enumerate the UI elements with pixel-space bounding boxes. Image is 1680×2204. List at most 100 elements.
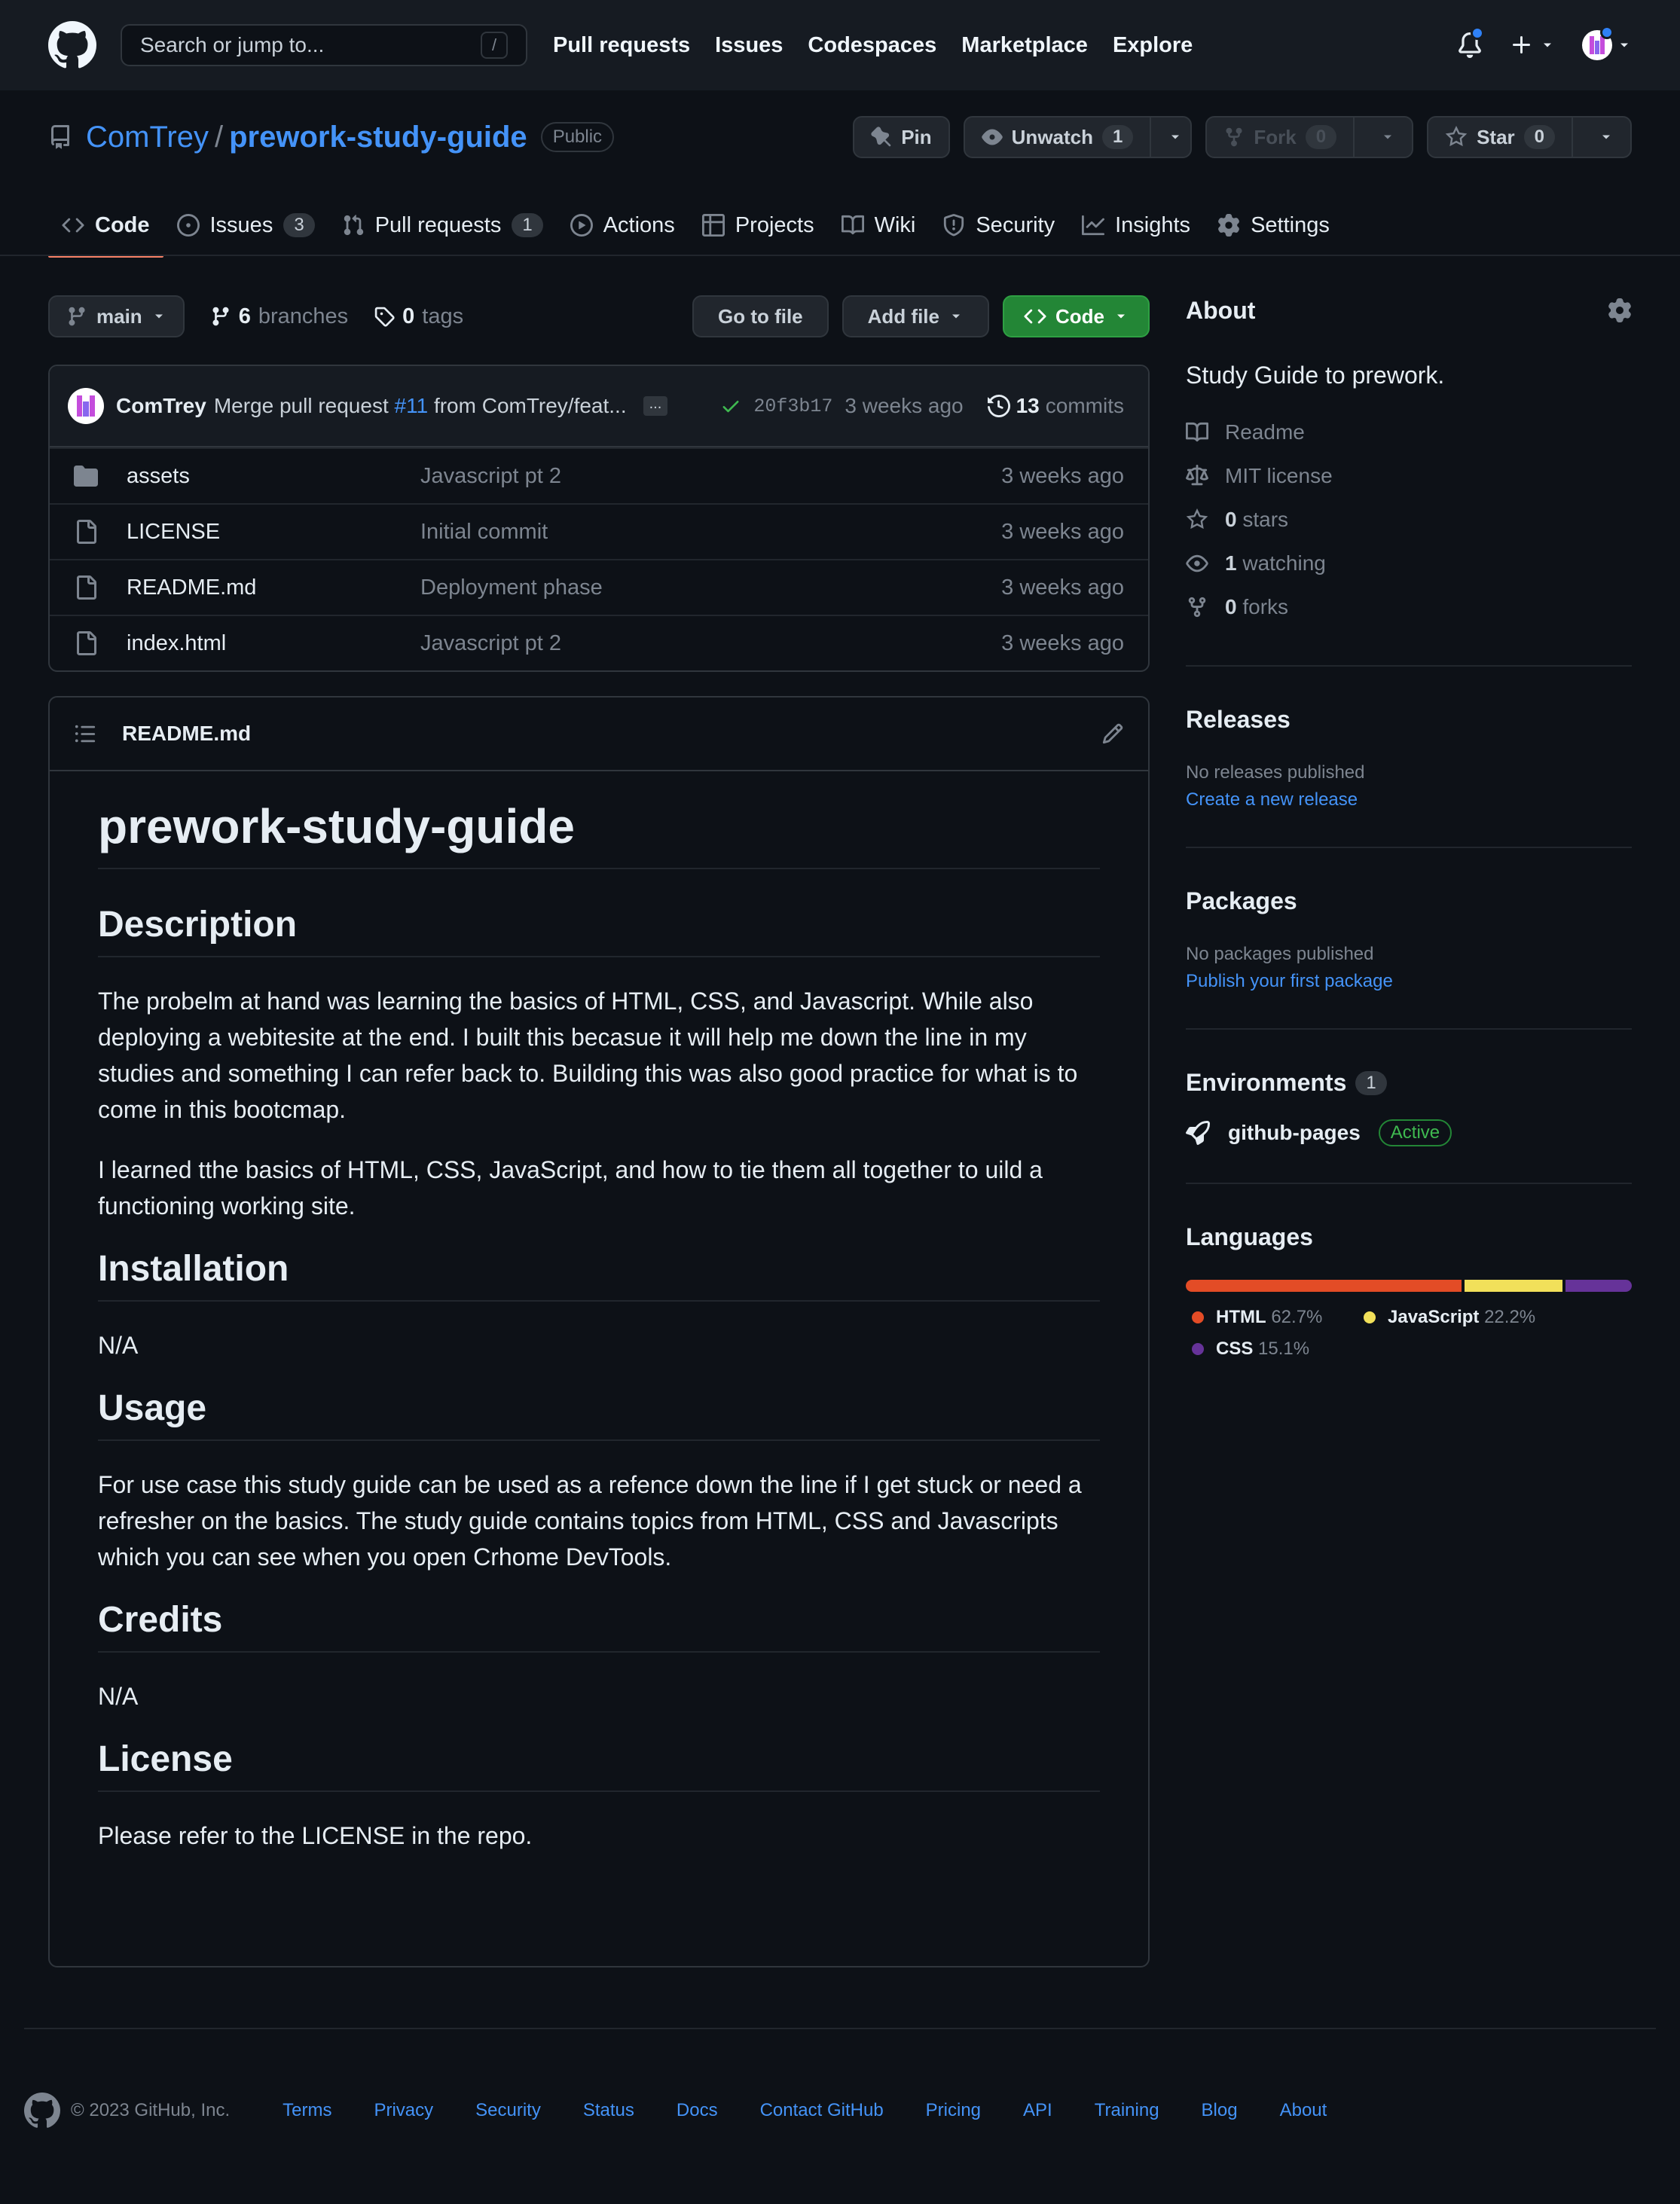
check-icon[interactable] — [720, 395, 741, 417]
readme-link[interactable]: Readme — [1186, 411, 1632, 454]
watching-label: watching — [1242, 551, 1326, 575]
language-percent: 15.1% — [1258, 1339, 1310, 1359]
tab-issues[interactable]: Issues 3 — [163, 194, 328, 256]
paragraph: The probelm at hand was learning the bas… — [98, 988, 1078, 1123]
user-menu[interactable] — [1582, 26, 1632, 60]
fork-dropdown[interactable] — [1364, 118, 1412, 157]
tab-settings[interactable]: Settings — [1204, 194, 1343, 256]
star-label: Star — [1477, 125, 1515, 148]
add-file-button[interactable]: Add file — [842, 295, 989, 337]
search-placeholder: Search or jump to... — [140, 33, 325, 56]
file-name[interactable]: assets — [127, 464, 420, 489]
footer-link-api[interactable]: API — [1023, 2100, 1052, 2121]
file-name[interactable]: index.html — [127, 631, 420, 656]
code-dropdown-button[interactable]: Code — [1003, 295, 1150, 337]
branch-selector[interactable]: main — [48, 295, 185, 337]
file-row[interactable]: index.html Javascript pt 2 3 weeks ago — [50, 615, 1148, 670]
publish-package-link[interactable]: Publish your first package — [1186, 971, 1632, 992]
repo-name-link[interactable]: prework-study-guide — [229, 121, 527, 154]
file-commit-message[interactable]: Initial commit — [420, 520, 548, 545]
pin-button[interactable]: Pin — [853, 116, 950, 158]
footer-link-training[interactable]: Training — [1095, 2100, 1159, 2121]
environments-title[interactable]: Environments — [1186, 1069, 1346, 1097]
eye-icon — [1186, 554, 1208, 572]
footer-link-terms[interactable]: Terms — [283, 2100, 331, 2121]
language-name: JavaScript — [1388, 1307, 1480, 1327]
footer-link-status[interactable]: Status — [583, 2100, 634, 2121]
file-commit-message[interactable]: Javascript pt 2 — [420, 464, 561, 489]
avatar[interactable] — [68, 388, 104, 424]
forks-link[interactable]: 0 forks — [1186, 585, 1632, 629]
file-row[interactable]: README.md Deployment phase 3 weeks ago — [50, 559, 1148, 615]
code-icon — [62, 218, 84, 233]
footer-link-privacy[interactable]: Privacy — [374, 2100, 433, 2121]
commits-link[interactable]: 13 commits — [987, 394, 1124, 418]
create-new-button[interactable] — [1510, 33, 1555, 57]
repo-tabs: Code Issues 3 Pull requests 1 Actions Pr… — [48, 194, 1343, 258]
license-link[interactable]: MIT license — [1186, 454, 1632, 498]
pencil-icon[interactable] — [1101, 722, 1124, 745]
commit-message[interactable]: Merge pull request #11 from ComTrey/feat… — [214, 394, 627, 418]
github-logo-icon[interactable] — [48, 21, 96, 69]
watching-link[interactable]: 1 watching — [1186, 542, 1632, 585]
readme-filename[interactable]: README.md — [122, 722, 251, 746]
commit-sha[interactable]: 20f3b17 — [753, 395, 832, 417]
tab-security[interactable]: Security — [929, 194, 1068, 256]
github-logo-icon[interactable] — [24, 2093, 60, 2129]
footer-link-docs[interactable]: Docs — [677, 2100, 718, 2121]
folder-icon — [74, 466, 98, 487]
law-icon — [1186, 465, 1208, 486]
file-commit-message[interactable]: Javascript pt 2 — [420, 631, 561, 656]
tab-code[interactable]: Code — [48, 194, 163, 258]
search-input[interactable]: Search or jump to... / — [121, 24, 527, 66]
branches-link[interactable]: 6 branches — [210, 304, 348, 329]
create-release-link[interactable]: Create a new release — [1186, 789, 1632, 810]
star-button[interactable]: Star 0 — [1427, 116, 1632, 158]
tags-link[interactable]: 0 tags — [374, 304, 463, 329]
gear-icon[interactable] — [1608, 298, 1632, 322]
tags-label: tags — [422, 304, 464, 328]
tab-wiki[interactable]: Wiki — [828, 194, 930, 256]
footer-link-security[interactable]: Security — [475, 2100, 541, 2121]
add-file-label: Add file — [867, 304, 939, 328]
fork-button[interactable]: Fork 0 — [1205, 116, 1414, 158]
releases-title[interactable]: Releases — [1186, 706, 1632, 734]
file-name[interactable]: LICENSE — [127, 520, 420, 545]
environment-item[interactable]: github-pages Active — [1186, 1119, 1632, 1146]
file-name[interactable]: README.md — [127, 575, 420, 600]
file-row[interactable]: LICENSE Initial commit 3 weeks ago — [50, 503, 1148, 559]
star-dropdown[interactable] — [1582, 118, 1630, 157]
tab-insights[interactable]: Insights — [1068, 194, 1204, 256]
language-name: CSS — [1216, 1339, 1254, 1359]
commit-author[interactable]: ComTrey — [116, 394, 206, 418]
section-heading: Usage — [98, 1387, 1100, 1441]
nav-explore[interactable]: Explore — [1113, 33, 1193, 58]
nav-pull-requests[interactable]: Pull requests — [553, 33, 690, 58]
notifications-button[interactable] — [1457, 26, 1484, 58]
footer-link-contact[interactable]: Contact GitHub — [760, 2100, 884, 2121]
footer-link-blog[interactable]: Blog — [1202, 2100, 1238, 2121]
list-icon[interactable] — [74, 722, 96, 745]
language-item[interactable]: JavaScript 22.2% — [1364, 1307, 1590, 1328]
pr-link[interactable]: #11 — [395, 394, 429, 417]
expand-commit-button[interactable]: ... — [643, 396, 668, 416]
tab-pull-requests[interactable]: Pull requests 1 — [328, 194, 557, 256]
nav-marketplace[interactable]: Marketplace — [961, 33, 1088, 58]
file-commit-message[interactable]: Deployment phase — [420, 575, 603, 600]
unwatch-button[interactable]: Unwatch 1 — [963, 116, 1193, 158]
footer-link-about[interactable]: About — [1280, 2100, 1327, 2121]
nav-codespaces[interactable]: Codespaces — [808, 33, 936, 58]
watch-dropdown[interactable] — [1160, 118, 1190, 157]
nav-issues[interactable]: Issues — [715, 33, 783, 58]
repo-owner-link[interactable]: ComTrey — [86, 121, 209, 154]
language-item[interactable]: CSS 15.1% — [1186, 1339, 1364, 1360]
tab-actions[interactable]: Actions — [557, 194, 689, 256]
packages-title[interactable]: Packages — [1186, 887, 1632, 915]
file-row[interactable]: assets Javascript pt 2 3 weeks ago — [50, 447, 1148, 503]
language-item[interactable]: HTML 62.7% — [1186, 1307, 1364, 1328]
stars-link[interactable]: 0 stars — [1186, 498, 1632, 542]
footer-link-pricing[interactable]: Pricing — [926, 2100, 981, 2121]
tab-projects[interactable]: Projects — [689, 194, 828, 256]
languages-title: Languages — [1186, 1223, 1313, 1250]
go-to-file-button[interactable]: Go to file — [692, 295, 829, 337]
